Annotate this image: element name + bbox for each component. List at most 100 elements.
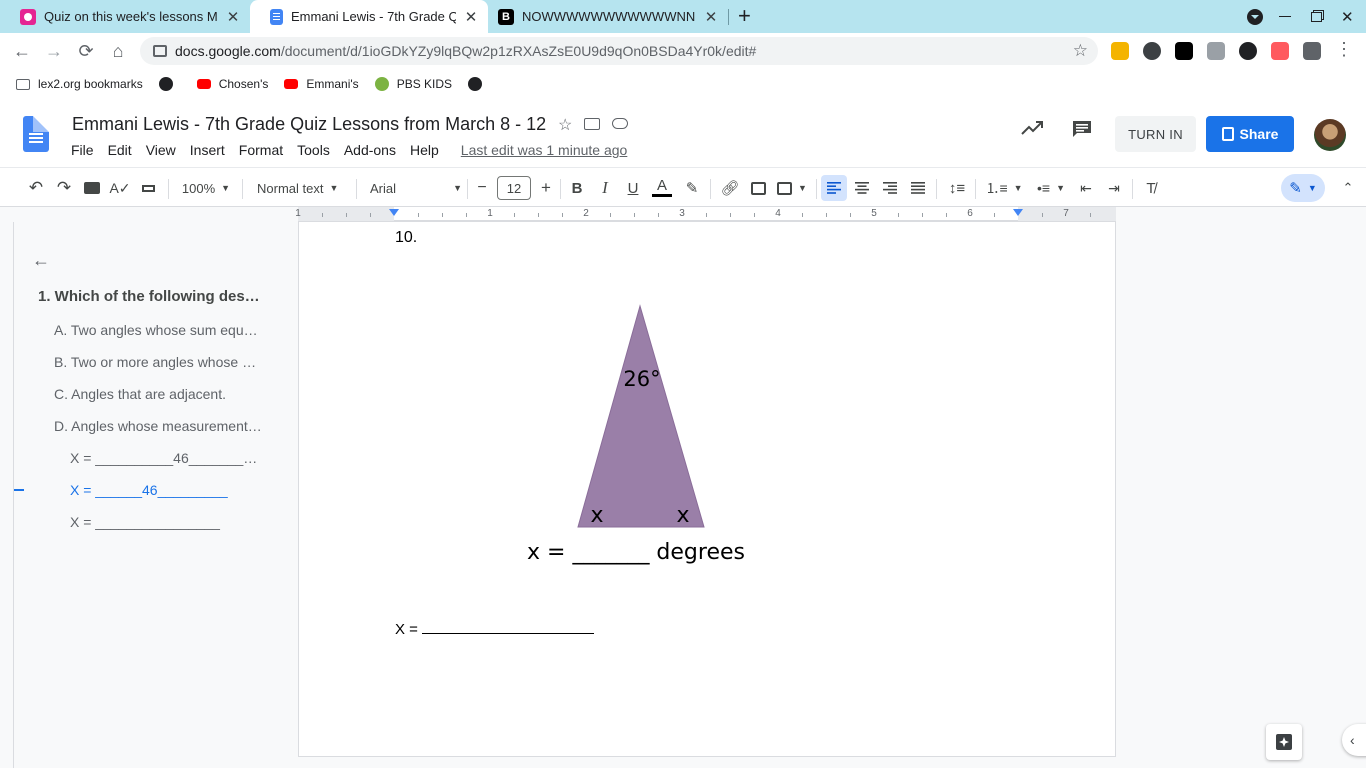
print-icon[interactable] — [82, 178, 102, 198]
star-icon[interactable]: ☆ — [558, 115, 572, 135]
ruler[interactable]: 1 1 2 3 4 5 6 7 — [295, 207, 1116, 221]
minimize-icon[interactable] — [1279, 0, 1291, 33]
numbered-list-icon[interactable]: ⒈≡ ▼ — [984, 178, 1024, 198]
bookmark-globe[interactable] — [158, 77, 181, 91]
align-left-icon[interactable] — [821, 175, 847, 201]
font-size-input[interactable]: 12 — [497, 176, 531, 200]
account-avatar[interactable] — [1314, 119, 1346, 151]
menu-help[interactable]: Help — [403, 142, 446, 158]
decrease-indent-icon[interactable]: ⇤ — [1076, 178, 1096, 198]
address-bar[interactable]: docs.google.com/document/d/1ioGDkYZy9lqB… — [140, 37, 1098, 65]
bookmark-chosens[interactable]: Chosen's — [196, 77, 268, 91]
restore-icon[interactable] — [1311, 0, 1322, 33]
shield-extension-icon[interactable] — [1143, 42, 1161, 60]
align-right-icon[interactable] — [880, 178, 900, 198]
highlight-color-icon[interactable]: ✎ — [682, 178, 702, 198]
menu-view[interactable]: View — [139, 142, 183, 158]
turn-in-button[interactable]: TURN IN — [1115, 116, 1196, 152]
bookmark-star-icon[interactable]: ☆ — [1073, 41, 1088, 61]
justify-icon[interactable] — [908, 178, 928, 198]
bookmark-emmanis[interactable]: Emmani's — [284, 77, 359, 91]
clear-formatting-icon[interactable]: T̸ — [1141, 178, 1161, 198]
right-indent-marker[interactable] — [1013, 209, 1023, 216]
line-spacing-icon[interactable]: ↕≡ — [946, 178, 968, 198]
outline-item[interactable]: D. Angles whose measurements are equal — [54, 418, 262, 434]
outline-item[interactable]: B. Two or more angles whose sum equals 9… — [54, 354, 262, 370]
comments-icon[interactable] — [1071, 119, 1093, 144]
answer-blank[interactable] — [421, 620, 594, 634]
close-tab-icon[interactable]: ✕ — [462, 8, 480, 26]
explore-sparkle-icon[interactable] — [1266, 724, 1302, 760]
outline-item[interactable]: X = ________________ — [70, 514, 260, 530]
menu-file[interactable]: File — [64, 142, 101, 158]
bulleted-list-icon[interactable]: •≡ ▼ — [1031, 178, 1071, 198]
close-tab-icon[interactable]: ✕ — [702, 8, 720, 26]
browser-tab-now[interactable]: B NOWWWWWWWWWWWNNNNNNNN ✕ — [488, 0, 728, 33]
outline-item[interactable]: X = __________46__________ — [70, 450, 260, 466]
redo-icon[interactable]: ↷ — [54, 178, 74, 198]
menu-tools[interactable]: Tools — [290, 142, 337, 158]
browser-menu-icon[interactable]: ⋮ — [1333, 39, 1355, 59]
move-folder-icon[interactable] — [584, 118, 601, 130]
document-page[interactable]: 10. 26° x x x = _______ degrees X = — [299, 222, 1115, 756]
puzzle-extensions-icon[interactable] — [1303, 42, 1321, 60]
show-side-panel-icon[interactable]: ‹ — [1342, 724, 1366, 756]
paragraph-style-select[interactable]: Normal text ▼ — [252, 178, 348, 198]
outline-item-active[interactable]: X = ______46_________ — [70, 482, 260, 498]
tab-search-icon[interactable] — [1247, 0, 1263, 33]
italic-button[interactable]: I — [595, 178, 615, 198]
undo-icon[interactable]: ↶ — [26, 178, 46, 198]
font-select[interactable]: Arial ▼ — [366, 178, 462, 198]
bookmark-globe-2[interactable] — [468, 77, 490, 91]
share-button[interactable]: Share — [1206, 116, 1294, 152]
google-docs-logo[interactable] — [23, 116, 49, 152]
power-extension-icon[interactable] — [1239, 42, 1257, 60]
increase-indent-icon[interactable]: ⇥ — [1104, 178, 1124, 198]
align-center-icon[interactable] — [852, 178, 872, 198]
paint-format-icon[interactable] — [138, 178, 158, 198]
new-tab-button[interactable]: + — [738, 5, 751, 27]
bookmark-pbs-kids[interactable]: PBS KIDS — [374, 77, 452, 91]
document-title[interactable]: Emmani Lewis - 7th Grade Quiz Lessons fr… — [72, 114, 546, 135]
zoom-select[interactable]: 100% ▼ — [178, 178, 234, 198]
editing-mode-button[interactable]: ✎ ▼ — [1281, 174, 1325, 202]
cloud-status-icon[interactable] — [612, 118, 629, 129]
forward-icon[interactable]: → — [43, 41, 65, 61]
left-indent-marker[interactable] — [389, 209, 399, 216]
browser-tab-quiz[interactable]: Quiz on this week's lessons March 8 - 12… — [0, 0, 250, 33]
screen-extension-icon[interactable] — [1207, 42, 1225, 60]
menu-format[interactable]: Format — [232, 142, 290, 158]
answer-line[interactable]: X = — [395, 620, 594, 638]
add-comment-icon[interactable] — [748, 178, 768, 198]
back-icon[interactable]: ← — [11, 41, 33, 61]
bold-button[interactable]: B — [567, 178, 587, 198]
bookmark-lex2[interactable]: lex2.org bookmarks — [16, 77, 143, 91]
google-classroom-icon — [20, 8, 36, 25]
insert-image-icon[interactable]: ▼ — [776, 178, 808, 198]
text-color-button[interactable]: A — [651, 178, 673, 198]
spellcheck-icon[interactable]: A✓ — [109, 178, 130, 198]
google-classroom-extension-icon[interactable] — [1111, 42, 1129, 60]
menu-edit[interactable]: Edit — [101, 142, 139, 158]
activity-trend-icon[interactable] — [1020, 119, 1044, 142]
menu-add-ons[interactable]: Add-ons — [337, 142, 403, 158]
underline-button[interactable]: U — [623, 178, 643, 198]
outline-item[interactable]: C. Angles that are adjacent. — [54, 386, 262, 402]
pinwheel-extension-icon[interactable] — [1175, 42, 1193, 60]
close-tab-icon[interactable]: ✕ — [224, 8, 242, 26]
increase-font-size-button[interactable]: + — [538, 178, 554, 198]
home-icon[interactable]: ⌂ — [107, 41, 129, 61]
decrease-font-size-button[interactable]: − — [474, 178, 490, 198]
reload-icon[interactable]: ⟳ — [75, 41, 97, 61]
close-window-icon[interactable]: ✕ — [1341, 0, 1354, 33]
close-outline-icon[interactable]: ← — [32, 250, 50, 271]
browser-tab-docs[interactable]: Emmani Lewis - 7th Grade Quiz Lessons fr… — [250, 0, 488, 33]
last-edit-link[interactable]: Last edit was 1 minute ago — [454, 142, 635, 158]
outline-item[interactable]: A. Two angles whose sum equals 180 degre… — [54, 322, 262, 338]
site-info-icon[interactable] — [153, 45, 167, 57]
outline-item[interactable]: 1. Which of the following describes supp… — [38, 288, 260, 305]
red-arrow-extension-icon[interactable] — [1271, 42, 1289, 60]
insert-link-icon[interactable]: 🔗︎ — [720, 178, 740, 198]
menu-insert[interactable]: Insert — [183, 142, 232, 158]
collapse-menus-icon[interactable]: ⌃ — [1338, 178, 1358, 198]
